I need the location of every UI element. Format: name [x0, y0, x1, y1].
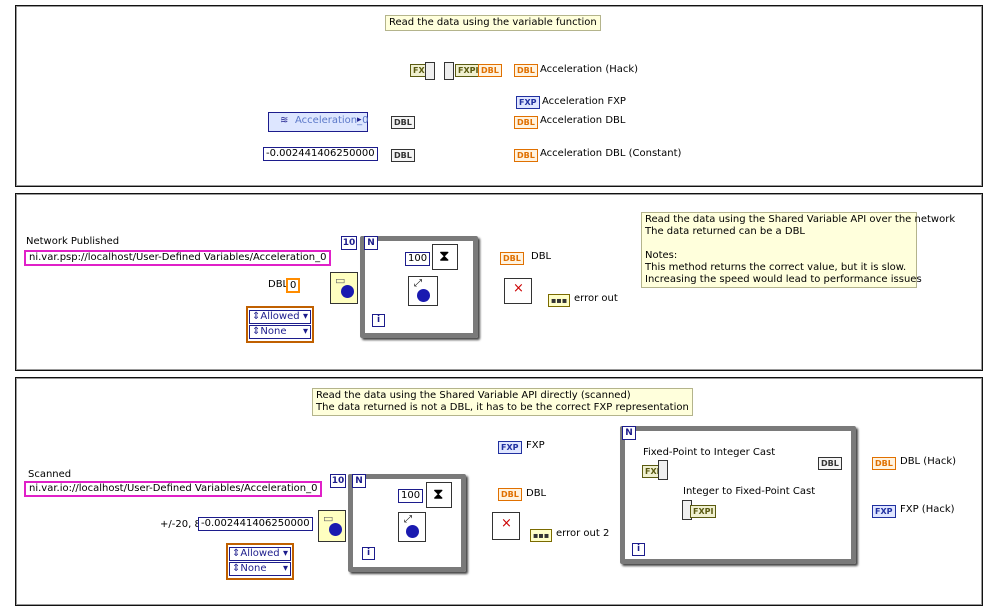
section3-title: Read the data using the Shared Variable … [312, 388, 693, 416]
cast-node-2 [444, 62, 454, 80]
block-diagram: Read the data using the variable functio… [0, 0, 999, 613]
read-icon: ⤢ [414, 278, 422, 289]
fxp-indicator: FXP [516, 96, 540, 109]
dbl-terminal-hack: DBL [478, 64, 502, 77]
network-published-caption: Network Published [26, 236, 120, 247]
constant-value[interactable]: -0.002441406250000 [263, 147, 378, 161]
dbl-hack-label: DBL (Hack) [900, 456, 957, 467]
section2-note: Read the data using the Shared Variable … [641, 212, 955, 288]
dropdown-icon: ▾ [282, 548, 288, 559]
access-allowed-enum-3[interactable]: ⇕Allowed ▾ [229, 547, 291, 561]
access-none-enum[interactable]: ⇕None ▾ [249, 325, 311, 339]
read-icon: ⤢ [404, 514, 412, 525]
loop-n-terminal: N [364, 236, 378, 250]
loop-count-constant-3[interactable]: 10 [330, 474, 346, 488]
dbl-output-indicator-2: DBL [500, 252, 524, 265]
wait-ms-constant-3[interactable]: 100 [398, 489, 424, 503]
open-variable-node-2[interactable]: ▭ [330, 272, 358, 304]
fxp-output-indicator-3: FXP [498, 441, 522, 454]
access-none-enum-3[interactable]: ⇕None ▾ [229, 562, 291, 576]
shared-variable-node[interactable]: ≋ Acceleration_0 ▸ [268, 112, 369, 132]
error-x-icon: × [501, 516, 512, 531]
section1-title: Read the data using the variable functio… [385, 15, 601, 31]
dbl-output-label-3: DBL [526, 488, 547, 499]
open-variable-node-3[interactable]: ▭ [318, 510, 346, 542]
dbl-output-indicator-3: DBL [498, 488, 522, 501]
fxp-to-int-label: Fixed-Point to Integer Cast [643, 447, 776, 458]
error-out-label: error out [574, 293, 618, 304]
variable-ball-icon [341, 285, 354, 298]
access-enum-ring-2: ⇕Allowed ▾ ⇕None ▾ [246, 306, 314, 343]
wait-timer-node[interactable]: ⧗ [432, 244, 458, 270]
error-x-icon: × [513, 281, 524, 296]
dbl-output-label-2: DBL [531, 251, 552, 262]
metronome-icon: ⧗ [433, 485, 444, 503]
access-enum-ring-3: ⇕Allowed ▾ ⇕None ▾ [226, 543, 294, 580]
close-variable-node-2[interactable]: × [504, 278, 532, 304]
loop-n-terminal-cast: N [622, 426, 636, 440]
fxpi-cast-terminal-3: FXPI [690, 505, 717, 518]
dbl-convert-node: DBL [391, 116, 415, 129]
loop-n-terminal-3: N [352, 474, 366, 488]
dropdown-icon: ▾ [302, 311, 308, 322]
int-to-fxp-label: Integer to Fixed-Point Cast [683, 486, 816, 497]
wait-timer-node-3[interactable]: ⧗ [426, 482, 452, 508]
dbl-hack-indicator: DBL [872, 457, 896, 470]
read-variable-node-3[interactable]: ⤢ [398, 512, 426, 542]
dbl-indicator: DBL [514, 116, 538, 129]
fxp-hack-label: FXP (Hack) [900, 504, 955, 515]
dbl-convert-node-3: DBL [818, 457, 842, 470]
acceleration-dbl-label: Acceleration DBL [540, 115, 626, 126]
range-label: +/-20, 8 [160, 519, 201, 530]
access-allowed-enum[interactable]: ⇕Allowed ▾ [249, 310, 311, 324]
dbl-indicator-hack: DBL [514, 64, 538, 77]
metronome-icon: ⧗ [439, 247, 450, 265]
fxp-hack-indicator: FXP [872, 505, 896, 518]
error-cluster-indicator-3: ▪▪▪ [530, 529, 553, 542]
close-variable-node-3[interactable]: × [492, 512, 520, 540]
loop-i-terminal-cast: i [632, 543, 645, 556]
error-out-2-label: error out 2 [556, 528, 610, 539]
variable-icon: ≋ [280, 115, 289, 126]
section1-frame [15, 5, 983, 187]
read-variable-node-2[interactable]: ⤢ [408, 276, 438, 306]
scanned-caption: Scanned [28, 469, 72, 480]
loop-i-terminal: i [372, 314, 385, 327]
acceleration-fxp-label: Acceleration FXP [542, 96, 626, 107]
dbl-constant-value[interactable]: 0 [286, 278, 301, 293]
acceleration-hack-label: Acceleration (Hack) [540, 64, 639, 75]
psp-path-constant[interactable]: ni.var.psp://localhost/User-Defined Vari… [24, 250, 332, 266]
loop-i-terminal-3: i [362, 547, 375, 560]
wait-ms-constant[interactable]: 100 [405, 252, 431, 266]
cast-node-1 [425, 62, 435, 80]
range-value-constant[interactable]: -0.002441406250000 [198, 517, 313, 531]
acceleration-dbl-constant-label: Acceleration DBL (Constant) [540, 148, 682, 159]
variable-ball-icon [417, 289, 430, 302]
loop-count-constant[interactable]: 10 [341, 236, 357, 250]
fxp-output-label-3: FXP [526, 440, 545, 451]
cast-node-3 [658, 460, 668, 480]
dbl-indicator-constant: DBL [514, 149, 538, 162]
dbl-convert-node-2: DBL [391, 149, 415, 162]
variable-ball-icon [406, 525, 419, 538]
chevron-right-icon: ▸ [357, 115, 362, 125]
io-path-constant[interactable]: ni.var.io://localhost/User-Defined Varia… [24, 481, 323, 497]
error-cluster-indicator-2: ▪▪▪ [548, 294, 571, 307]
dropdown-icon: ▾ [282, 563, 288, 574]
dropdown-icon: ▾ [302, 326, 308, 337]
variable-ball-icon [329, 523, 342, 536]
